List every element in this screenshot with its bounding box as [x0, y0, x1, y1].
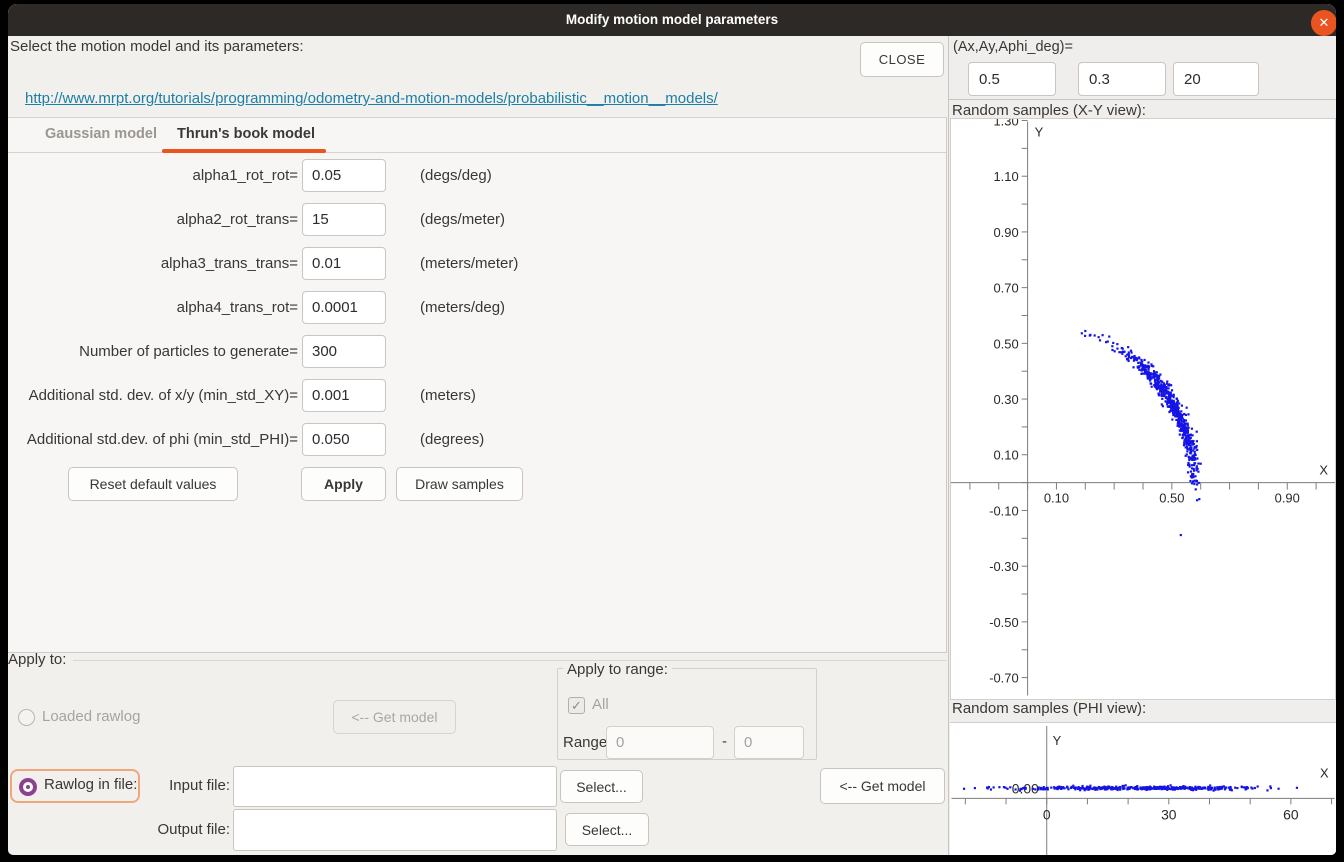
- xy-scatter-plot: 1.30 1.10 0.90 0.70 0.50 0.30 0.10 -0.10 -0.30 -0…: [950, 118, 1336, 700]
- range-dash: -: [722, 733, 727, 750]
- alpha3-unit: (meters/meter): [420, 247, 518, 280]
- svg-text:Y: Y: [1053, 733, 1062, 748]
- alpha2-unit: (degs/meter): [420, 203, 505, 236]
- input-file-select-button[interactable]: Select...: [560, 770, 643, 803]
- aphi-input[interactable]: [1173, 62, 1259, 96]
- alpha3-label: alpha3_trans_trans=: [8, 247, 298, 280]
- phi-view-title: Random samples (PHI view):: [952, 700, 1146, 717]
- svg-text:1.10: 1.10: [993, 169, 1018, 184]
- apply-to-range-legend: Apply to range:: [563, 661, 672, 678]
- alpha1-input[interactable]: [302, 159, 386, 192]
- range-from-input[interactable]: [606, 726, 714, 759]
- titlebar[interactable]: Modify motion model parameters ✕: [8, 4, 1336, 36]
- svg-text:Y: Y: [1035, 124, 1044, 139]
- get-model-button-disabled: <-- Get model: [333, 700, 456, 734]
- range-to-input[interactable]: [734, 726, 804, 759]
- apply-to-legend: Apply to:: [8, 651, 66, 668]
- svg-text:0.50: 0.50: [1159, 491, 1184, 506]
- xy-view-title: Random samples (X-Y view):: [952, 102, 1146, 119]
- svg-text:-0.70: -0.70: [989, 671, 1018, 686]
- window-close-icon[interactable]: ✕: [1311, 10, 1336, 36]
- input-file-label: Input file:: [110, 777, 230, 794]
- range-label: Range:: [563, 734, 611, 751]
- min-std-phi-label: Additional std.dev. of phi (min_std_PHI)…: [8, 423, 298, 456]
- output-file-label: Output file:: [110, 821, 230, 838]
- output-file-select-button[interactable]: Select...: [565, 813, 649, 846]
- delta-pose-label: (Ax,Ay,Aphi_deg)=: [953, 39, 1073, 55]
- active-tab-underline: [162, 149, 326, 153]
- ay-input[interactable]: [1078, 62, 1166, 96]
- particles-input[interactable]: [302, 335, 386, 368]
- loaded-rawlog-label: Loaded rawlog: [42, 708, 140, 725]
- min-std-xy-unit: (meters): [420, 379, 476, 412]
- input-file-field[interactable]: [233, 766, 557, 807]
- alpha4-unit: (meters/deg): [420, 291, 505, 324]
- loaded-rawlog-radio[interactable]: [18, 709, 35, 726]
- alpha2-input[interactable]: [302, 203, 386, 236]
- close-button[interactable]: CLOSE: [860, 42, 944, 77]
- min-std-phi-input[interactable]: [302, 423, 386, 456]
- svg-text:X: X: [1320, 766, 1329, 781]
- min-std-phi-unit: (degrees): [420, 423, 484, 456]
- alpha2-label: alpha2_rot_trans=: [8, 203, 298, 236]
- ax-input[interactable]: [968, 62, 1056, 96]
- window-title: Modify motion model parameters: [8, 4, 1336, 36]
- svg-text:-0.30: -0.30: [989, 559, 1018, 574]
- min-std-xy-input[interactable]: [302, 379, 386, 412]
- dialog-window: Modify motion model parameters ✕ Select …: [8, 4, 1336, 855]
- output-file-field[interactable]: [233, 809, 557, 851]
- alpha3-input[interactable]: [302, 247, 386, 280]
- tab-thrun-book-model[interactable]: Thrun's book model: [177, 126, 315, 142]
- all-checkbox-label: All: [592, 696, 609, 713]
- svg-text:0.90: 0.90: [993, 225, 1018, 240]
- apply-to-frame-line: [73, 660, 947, 661]
- svg-text:30: 30: [1161, 806, 1177, 822]
- screenshot-root: Modify motion model parameters ✕ Select …: [0, 0, 1344, 862]
- svg-text:0: 0: [1043, 806, 1051, 822]
- min-std-xy-label: Additional std. dev. of x/y (min_std_XY)…: [8, 379, 298, 412]
- all-checkbox[interactable]: ✓: [568, 697, 585, 714]
- svg-text:0.50: 0.50: [993, 336, 1018, 351]
- particles-label: Number of particles to generate=: [8, 335, 298, 368]
- svg-text:-0.50: -0.50: [989, 615, 1018, 630]
- draw-samples-button[interactable]: Draw samples: [396, 467, 523, 501]
- svg-text:-0.10: -0.10: [989, 503, 1018, 518]
- alpha1-label: alpha1_rot_rot=: [8, 159, 298, 192]
- instruction-text: Select the motion model and its paramete…: [10, 38, 303, 55]
- tab-gaussian-model[interactable]: Gaussian model: [45, 126, 157, 142]
- svg-text:0.10: 0.10: [993, 448, 1018, 463]
- tutorial-link[interactable]: http://www.mrpt.org/tutorials/programmin…: [25, 90, 718, 107]
- get-model-button[interactable]: <-- Get model: [820, 768, 945, 804]
- svg-text:0.90: 0.90: [1275, 491, 1300, 506]
- svg-text:60: 60: [1283, 806, 1299, 822]
- alpha1-unit: (degs/deg): [420, 159, 492, 192]
- svg-text:0.10: 0.10: [1044, 491, 1069, 506]
- svg-text:0.30: 0.30: [993, 392, 1018, 407]
- reset-default-values-button[interactable]: Reset default values: [68, 467, 238, 501]
- check-icon: ✓: [571, 698, 582, 713]
- apply-button[interactable]: Apply: [301, 467, 386, 501]
- alpha4-label: alpha4_trans_rot=: [8, 291, 298, 324]
- svg-text:1.30: 1.30: [993, 118, 1018, 128]
- svg-text:X: X: [1319, 463, 1328, 478]
- alpha4-input[interactable]: [302, 291, 386, 324]
- rawlog-in-file-radio[interactable]: [19, 778, 37, 796]
- phi-scatter-plot: 030600.00YX: [950, 722, 1336, 855]
- svg-text:0.70: 0.70: [993, 281, 1018, 296]
